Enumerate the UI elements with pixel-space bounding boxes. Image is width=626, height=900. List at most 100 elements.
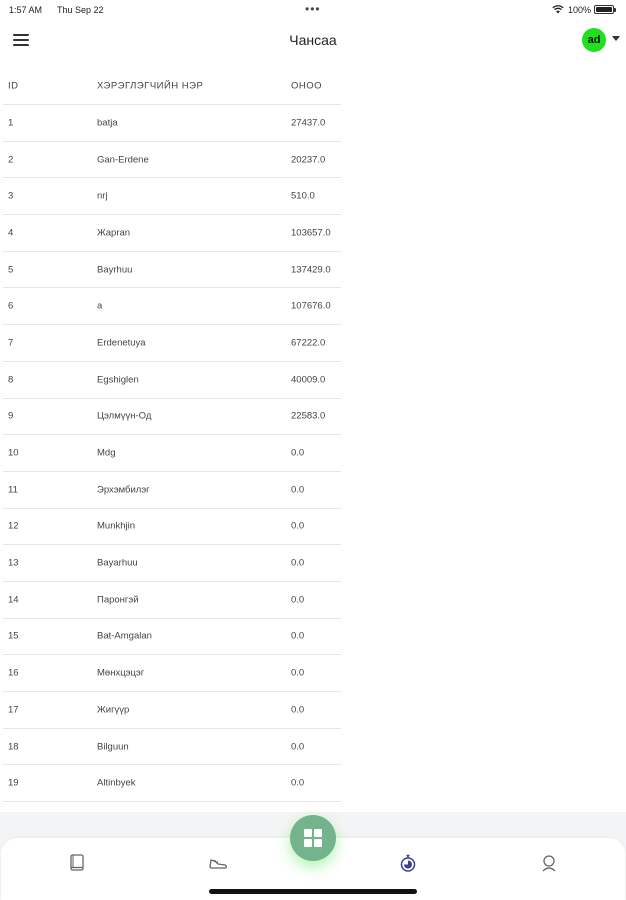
cell-id: 9: [8, 410, 14, 422]
cell-score: 67222.0: [291, 337, 326, 349]
cell-score: 0.0: [291, 704, 305, 716]
chevron-down-icon[interactable]: [612, 36, 620, 41]
cell-username: batja: [97, 117, 118, 129]
cell-id: 4: [8, 227, 14, 239]
profile-icon[interactable]: [538, 852, 560, 874]
cell-score: 103657.0: [291, 227, 331, 239]
status-time: 1:57 AM: [9, 5, 43, 15]
cell-score: 0.0: [291, 741, 305, 753]
cell-id: 15: [8, 630, 19, 642]
cell-username: Gan-Erdene: [97, 154, 149, 166]
cell-username: Bayrhuu: [97, 264, 133, 276]
table-row: 4 Жapran 103657.0: [3, 215, 341, 252]
status-date: Thu Sep 22: [57, 5, 104, 15]
cell-score: 0.0: [291, 667, 305, 679]
cell-username: Bilguun: [97, 741, 129, 753]
table-row: 1 batja 27437.0: [3, 105, 341, 142]
cell-score: 107676.0: [291, 300, 331, 312]
battery-percentage: 100%: [568, 5, 592, 15]
status-bar: 1:57 AM Thu Sep 22 ••• 100%: [0, 0, 626, 20]
cell-username: Erdenetuya: [97, 337, 146, 349]
cell-score: 510.0: [291, 190, 315, 202]
app-bar: Чансаа ad: [0, 22, 626, 62]
cell-id: 1: [8, 117, 14, 129]
table-row: 12 Munkhjin 0.0: [3, 509, 341, 546]
home-indicator[interactable]: [209, 889, 417, 894]
cell-score: 137429.0: [291, 264, 331, 276]
cell-username: Цэлмүүн-Од: [97, 410, 152, 422]
cell-id: 5: [8, 264, 14, 276]
table-row: 18 Bilguun 0.0: [3, 729, 341, 766]
column-header-score: ОНОО: [291, 80, 323, 92]
sneaker-icon[interactable]: [207, 852, 229, 874]
table-row: 7 Erdenetuya 67222.0: [3, 325, 341, 362]
cell-score: 0.0: [291, 557, 305, 569]
cell-id: 8: [8, 374, 14, 386]
multitasking-dots-icon[interactable]: •••: [305, 2, 321, 16]
cell-username: Мөнхцэцэг: [97, 667, 145, 679]
cell-score: 0.0: [291, 777, 305, 789]
cell-username: Bayarhuu: [97, 557, 138, 569]
cell-id: 14: [8, 594, 19, 606]
cell-username: Жигүүр: [97, 704, 130, 716]
table-row: 15 Bat-Amgalan 0.0: [3, 619, 341, 656]
table-row: 3 nrj 510.0: [3, 178, 341, 216]
cell-id: 19: [8, 777, 19, 789]
cell-id: 2: [8, 154, 14, 166]
cell-id: 17: [8, 704, 19, 716]
cell-id: 18: [8, 741, 19, 753]
cell-id: 7: [8, 337, 14, 349]
cell-username: Egshiglen: [97, 374, 139, 386]
table-row: 16 Мөнхцэцэг 0.0: [3, 655, 341, 692]
table-row: [3, 802, 341, 810]
cell-username: Bat-Amgalan: [97, 630, 152, 642]
wifi-icon: [552, 4, 564, 16]
table-row: 13 Bayarhuu 0.0: [3, 545, 341, 582]
table-row: 8 Egshiglen 40009.0: [3, 362, 341, 399]
cell-id: 10: [8, 447, 19, 459]
table-row: 5 Bayrhuu 137429.0: [3, 252, 341, 289]
cell-score: 0.0: [291, 630, 305, 642]
table-row: 17 Жигүүр 0.0: [3, 692, 341, 729]
battery-icon: [594, 5, 616, 14]
table-row: 2 Gan-Erdene 20237.0: [3, 142, 341, 179]
cell-id: 13: [8, 557, 19, 569]
table-row: 14 Паронгэй 0.0: [3, 582, 341, 619]
cell-score: 0.0: [291, 520, 305, 532]
cell-username: nrj: [97, 190, 108, 202]
cell-id: 12: [8, 520, 19, 532]
cell-username: Mdg: [97, 447, 116, 459]
cell-username: Эрхэмбилэг: [97, 484, 150, 496]
cell-username: Munkhjin: [97, 520, 136, 532]
stopwatch-icon[interactable]: [397, 852, 419, 874]
avatar[interactable]: ad: [582, 28, 606, 52]
cell-score: 0.0: [291, 484, 305, 496]
cell-id: 6: [8, 300, 14, 312]
cell-id: 11: [8, 484, 18, 496]
table-row: 9 Цэлмүүн-Од 22583.0: [3, 399, 341, 436]
cell-id: 3: [8, 190, 14, 202]
page-title: Чансаа: [289, 32, 337, 48]
cell-username: Паронгэй: [97, 594, 139, 606]
cell-score: 20237.0: [291, 154, 326, 166]
cell-id: 16: [8, 667, 19, 679]
leaderboard-table: ID ХЭРЭГЛЭГЧИЙН НЭР ОНОО 1 batja 27437.0 2 G…: [3, 68, 341, 810]
cell-score: 40009.0: [291, 374, 326, 386]
table-row: 19 Altinbyek 0.0: [3, 765, 341, 803]
column-header-id: ID: [8, 80, 19, 92]
table-row: 6 a 107676.0: [3, 288, 341, 326]
table-header-row: ID ХЭРЭГЛЭГЧИЙН НЭР ОНОО: [3, 68, 341, 105]
grid-icon: [304, 829, 322, 847]
grid-menu-button[interactable]: [290, 815, 336, 861]
cell-score: 0.0: [291, 447, 305, 459]
cell-score: 27437.0: [291, 117, 326, 129]
table-row: 11 Эрхэмбилэг 0.0: [3, 472, 341, 509]
cell-username: a: [97, 300, 103, 312]
cell-score: 0.0: [291, 594, 305, 606]
column-header-username: ХЭРЭГЛЭГЧИЙН НЭР: [97, 80, 204, 92]
table-row: 10 Mdg 0.0: [3, 435, 341, 472]
cell-username: Жapran: [97, 227, 131, 239]
cell-score: 22583.0: [291, 410, 326, 422]
book-icon[interactable]: [66, 852, 88, 874]
cell-username: Altinbyek: [97, 777, 136, 789]
